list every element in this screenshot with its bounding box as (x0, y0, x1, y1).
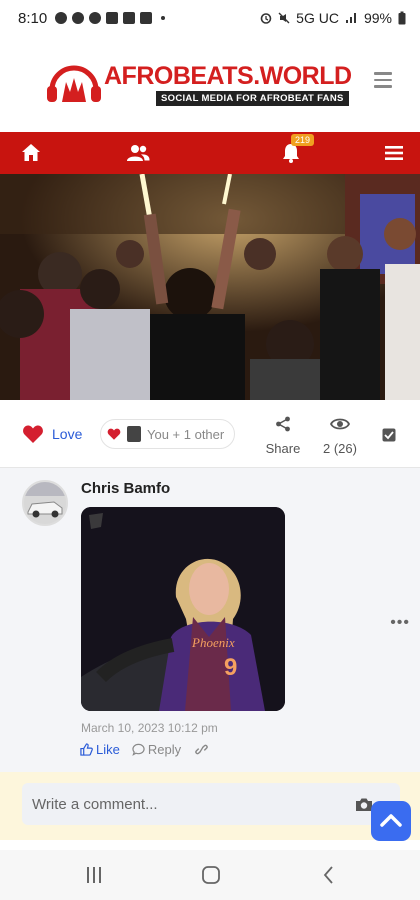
friends-icon[interactable] (126, 141, 150, 165)
system-nav-bar (0, 850, 420, 900)
home-icon[interactable] (19, 141, 43, 165)
thumbs-up-icon (80, 743, 93, 756)
scroll-to-top-button[interactable] (371, 801, 411, 841)
comment-input[interactable] (32, 783, 332, 825)
news-icon (140, 12, 153, 24)
share-button[interactable]: Share (264, 416, 302, 456)
like-label: Like (96, 742, 120, 757)
views-label: 2 (26) (323, 441, 357, 456)
brand-tagline: SOCIAL MEDIA FOR AFROBEAT FANS (156, 91, 349, 106)
main-nav: 219 (0, 132, 420, 174)
comments-section: Chris Bamfo Phoenix 9 ••• March 10, 2023… (0, 468, 420, 772)
site-header: AFROBEATS.WORLD SOCIAL MEDIA FOR AFROBEA… (0, 36, 420, 132)
car-avatar-image (24, 482, 66, 524)
basketball-player-image: Phoenix 9 (81, 507, 285, 711)
reply-label: Reply (147, 742, 182, 757)
comment-author[interactable]: Chris Bamfo (81, 480, 170, 497)
post-actions: Love You + 1 other Share 2 (26) (0, 400, 420, 468)
comment-composer (22, 783, 400, 825)
post-photo[interactable] (0, 174, 420, 400)
app-screen: 8:10 5G UC 99% AFROBEATS.WORLD SOCIAL ME… (0, 0, 420, 900)
jersey-team: Phoenix (191, 635, 235, 650)
battery-label: 99% (363, 10, 392, 26)
comment-timestamp: March 10, 2023 10:12 pm (81, 721, 218, 735)
nav-menu-icon[interactable] (382, 141, 406, 165)
cloud-icon (89, 12, 102, 24)
crowd-party-image (0, 174, 420, 400)
avatar[interactable] (22, 480, 68, 526)
recent-apps-icon[interactable] (84, 866, 104, 884)
logo-icon[interactable] (46, 60, 102, 108)
battery-icon (398, 11, 406, 25)
comment-composer-area (0, 772, 420, 840)
comment-image[interactable]: Phoenix 9 (81, 507, 285, 711)
more-notifications-icon (161, 16, 166, 20)
network-label: 5G UC (296, 10, 339, 26)
notification-badge: 219 (291, 134, 315, 146)
reactors-text: You + 1 other (147, 426, 225, 442)
select-checkbox-icon[interactable] (382, 428, 396, 442)
home-button-icon[interactable] (201, 866, 221, 884)
heart-icon (23, 425, 43, 443)
signal-icon (345, 13, 356, 23)
status-time: 8:10 (18, 9, 48, 27)
comment-actions: Like Reply (80, 742, 210, 757)
reactions-summary[interactable]: You + 1 other (100, 419, 236, 449)
reactor-avatar (127, 426, 141, 442)
status-bar: 8:10 5G UC 99% (0, 0, 420, 36)
whatsapp-icon (55, 12, 68, 24)
brand-title[interactable]: AFROBEATS.WORLD (104, 62, 352, 91)
share-label: Share (265, 441, 301, 456)
back-icon[interactable] (320, 866, 338, 884)
heart-reaction-icon (107, 428, 121, 440)
more-options-icon[interactable]: ••• (390, 614, 410, 632)
love-label: Love (52, 426, 83, 442)
notifications-button[interactable]: 219 (279, 134, 315, 165)
love-button[interactable]: Love (22, 424, 82, 444)
eye-icon (329, 418, 351, 430)
reply-icon (132, 743, 145, 756)
system-indicators: 5G UC 99% (260, 10, 406, 26)
mute-icon (278, 12, 290, 24)
reply-button[interactable]: Reply (132, 742, 181, 757)
link-icon[interactable] (193, 743, 210, 756)
notification-icons (55, 12, 166, 24)
cards-icon (123, 12, 136, 24)
alarm-icon (260, 13, 272, 24)
app-notification-icon (72, 12, 85, 24)
share-icon (276, 416, 290, 432)
like-button[interactable]: Like (80, 742, 120, 757)
menu-icon[interactable] (374, 72, 392, 88)
ad-icon (106, 12, 119, 24)
jersey-number: 9 (224, 654, 237, 681)
views-counter[interactable]: 2 (26) (320, 416, 360, 456)
chevron-up-icon (380, 814, 402, 827)
